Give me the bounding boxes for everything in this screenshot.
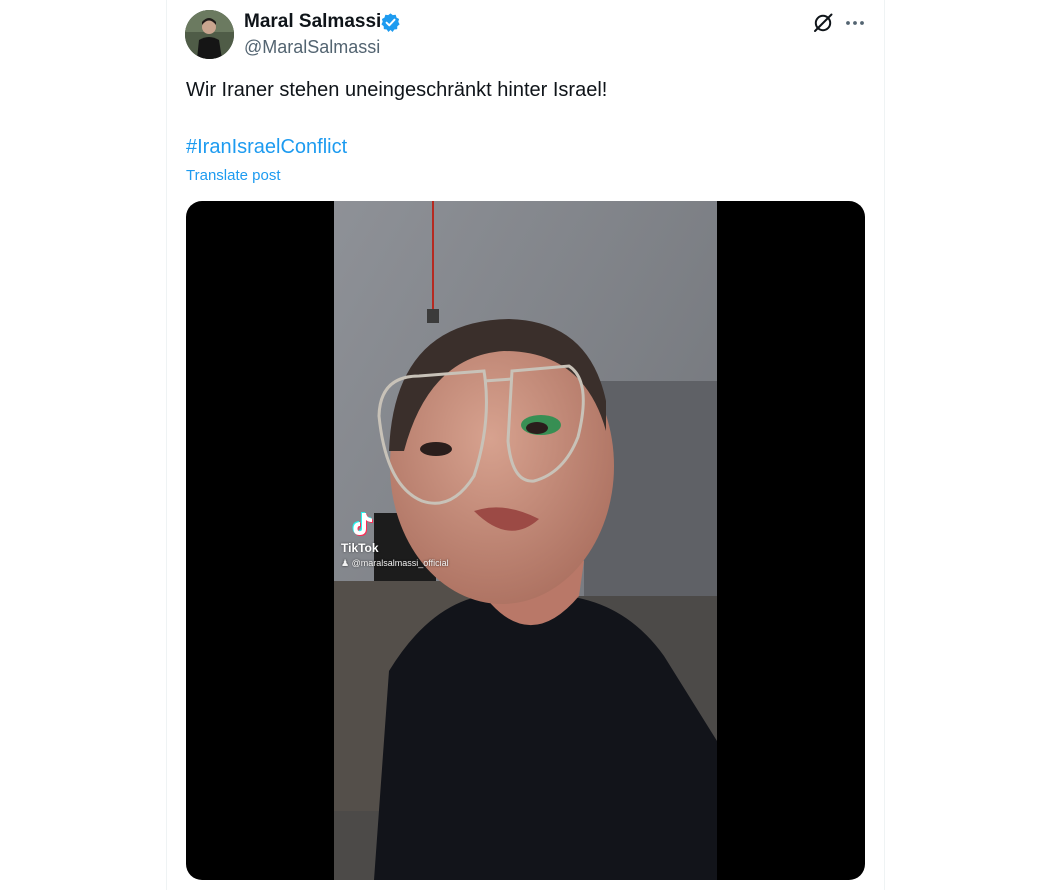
tiktok-logo-icon xyxy=(352,512,373,536)
grok-icon[interactable] xyxy=(811,11,835,35)
author-name[interactable]: Maral Salmassi xyxy=(244,10,381,34)
video-frame: TikTok ♟ @maralsalmassi_official xyxy=(334,201,717,880)
more-options-icon[interactable] xyxy=(843,11,867,35)
verified-badge-icon xyxy=(381,13,400,32)
hashtag-link[interactable]: #IranIsraelConflict xyxy=(186,133,347,161)
user-icon: ♟ xyxy=(341,558,352,568)
tiktok-watermark-brand: TikTok xyxy=(341,541,379,555)
video-still xyxy=(334,201,717,880)
page: Maral Salmassi @MaralSalmassi Wir Iraner… xyxy=(0,0,1050,890)
translate-post-link[interactable]: Translate post xyxy=(186,166,281,186)
tiktok-username-text: @maralsalmassi_official xyxy=(351,558,449,568)
author-handle[interactable]: @MaralSalmassi xyxy=(244,35,380,59)
avatar[interactable] xyxy=(185,10,234,59)
post-text: Wir Iraner stehen uneingeschränkt hinter… xyxy=(186,79,608,101)
video-player[interactable]: TikTok ♟ @maralsalmassi_official xyxy=(186,201,865,880)
tiktok-watermark-username: ♟ @maralsalmassi_official xyxy=(341,558,449,569)
